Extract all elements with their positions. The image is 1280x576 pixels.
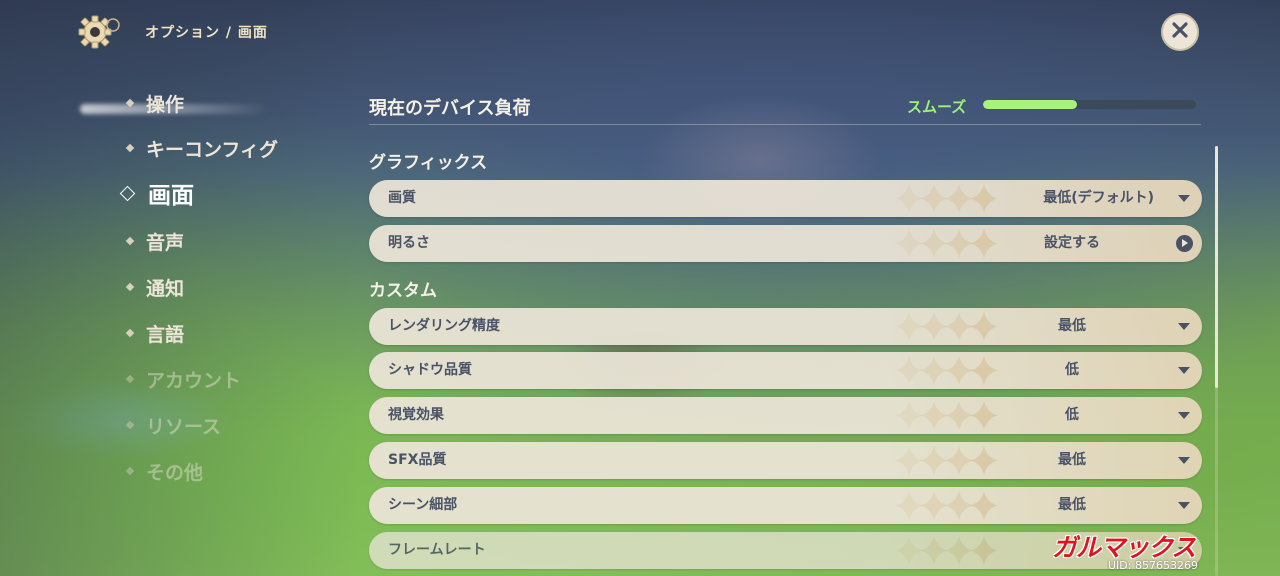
bullet-icon — [125, 143, 135, 153]
breadcrumb: オプション / 画面 — [145, 25, 268, 41]
setting-row-brightness[interactable]: 明るさ 設定する — [369, 225, 1202, 262]
nav-item-key-config[interactable]: キーコンフィグ — [125, 133, 278, 163]
play-arrow-icon — [1176, 235, 1193, 252]
nav-item-label: 通知 — [146, 277, 185, 300]
setting-row-shadow-quality[interactable]: シャドウ品質 低 — [369, 352, 1202, 389]
bullet-icon — [125, 98, 135, 108]
nav-item-controls[interactable]: 操作 — [125, 88, 184, 118]
uid-label: UID: 857653269 — [1108, 559, 1198, 572]
device-load-fill — [983, 100, 1077, 109]
bullet-icon — [125, 374, 135, 384]
device-load-status: スムーズ — [907, 98, 967, 116]
nav-item-language[interactable]: 言語 — [125, 318, 184, 348]
row-ornament — [895, 184, 998, 213]
chevron-down-icon — [1178, 412, 1190, 419]
setting-value: 低 — [1065, 362, 1079, 378]
setting-value: 設定する — [1044, 235, 1100, 251]
nav-item-display[interactable]: 画面 — [119, 178, 194, 209]
close-icon — [1170, 20, 1190, 44]
divider — [369, 124, 1201, 125]
bullet-icon — [125, 282, 135, 292]
setting-label: SFX品質 — [388, 452, 447, 468]
device-load-title: 現在のデバイス負荷 — [369, 98, 531, 119]
nav-item-label: 音声 — [146, 231, 185, 254]
nav-item-label: 言語 — [146, 323, 185, 346]
nav-item-label: 画面 — [148, 183, 194, 209]
setting-row-render-resolution[interactable]: レンダリング精度 最低 — [369, 308, 1202, 345]
setting-value: 最低 — [1058, 318, 1086, 334]
chevron-down-icon — [1178, 195, 1190, 202]
nav-item-notifications[interactable]: 通知 — [125, 272, 184, 302]
chevron-down-icon — [1178, 367, 1190, 374]
setting-label: 視覚効果 — [388, 407, 444, 423]
setting-label: レンダリング精度 — [388, 318, 500, 334]
device-load-bar — [983, 100, 1196, 109]
section-custom-heading: カスタム — [369, 281, 437, 301]
nav-item-resources[interactable]: リソース — [125, 410, 221, 440]
gear-icon — [76, 13, 122, 51]
setting-label: 画質 — [388, 190, 416, 206]
setting-value: 低 — [1065, 407, 1079, 423]
bullet-icon — [119, 185, 136, 201]
nav-item-label: その他 — [146, 461, 204, 484]
setting-value: 最低 — [1058, 452, 1086, 468]
setting-value: 最低(デフォルト) — [1043, 190, 1154, 206]
setting-label: フレームレート — [388, 542, 486, 558]
nav-item-label: 操作 — [146, 93, 185, 116]
bullet-icon — [125, 236, 135, 246]
setting-row-quality[interactable]: 画質 最低(デフォルト) — [369, 180, 1202, 217]
close-button[interactable] — [1161, 13, 1199, 51]
bullet-icon — [125, 420, 135, 430]
nav-item-label: リソース — [146, 415, 222, 438]
setting-label: シャドウ品質 — [388, 362, 472, 378]
chevron-down-icon — [1178, 502, 1190, 509]
bullet-icon — [125, 328, 135, 338]
setting-row-sfx-quality[interactable]: SFX品質 最低 — [369, 442, 1202, 479]
chevron-down-icon — [1178, 323, 1190, 330]
nav-item-other[interactable]: その他 — [125, 456, 203, 486]
setting-row-scene-detail[interactable]: シーン細部 最低 — [369, 487, 1202, 524]
nav-item-audio[interactable]: 音声 — [125, 226, 184, 256]
scrollbar-thumb[interactable] — [1215, 146, 1218, 388]
setting-value: 最低 — [1058, 497, 1086, 513]
nav-item-account[interactable]: アカウント — [125, 364, 241, 394]
setting-row-visual-effects[interactable]: 視覚効果 低 — [369, 397, 1202, 434]
row-ornament — [895, 536, 998, 565]
section-graphics-heading: グラフィックス — [369, 153, 488, 173]
setting-label: 明るさ — [388, 235, 430, 251]
nav-item-label: アカウント — [146, 369, 242, 392]
scrollbar[interactable] — [1215, 146, 1218, 576]
nav-item-label: キーコンフィグ — [146, 138, 279, 161]
chevron-down-icon — [1178, 457, 1190, 464]
setting-label: シーン細部 — [388, 497, 458, 513]
bullet-icon — [125, 466, 135, 476]
